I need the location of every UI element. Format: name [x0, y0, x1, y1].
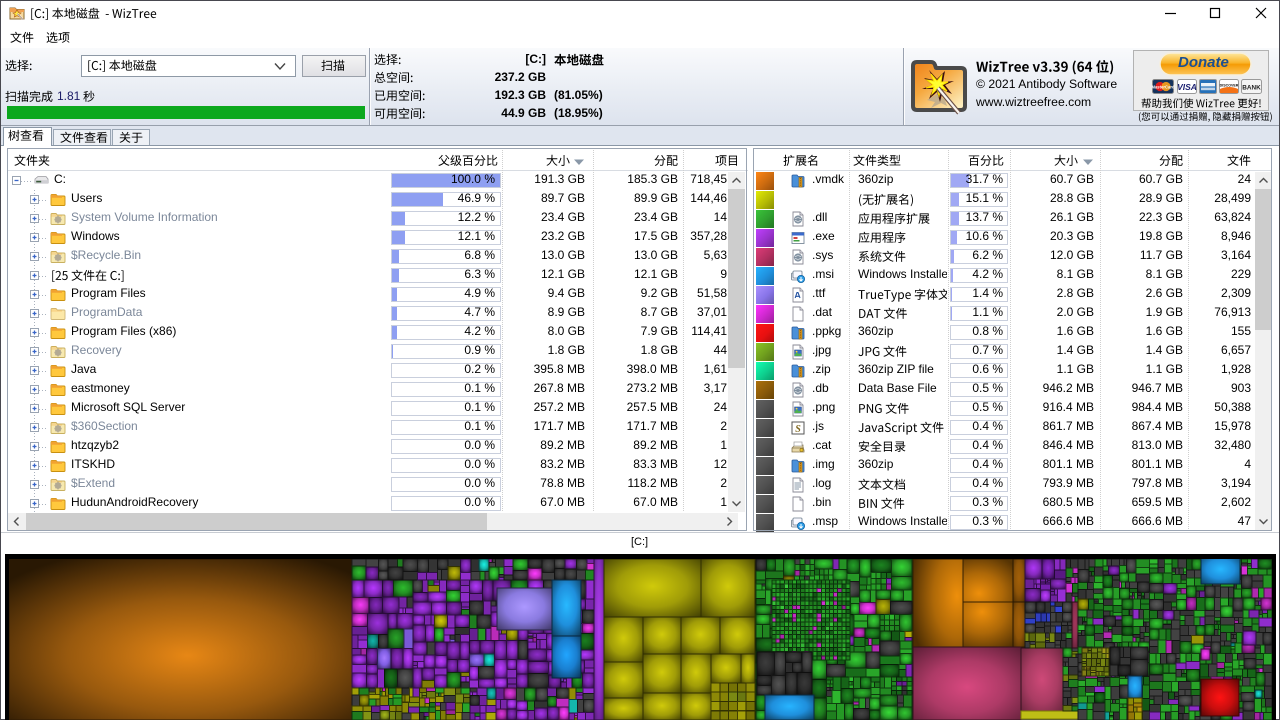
svg-text:VISA: VISA: [1177, 82, 1197, 92]
svg-text:DISCOVER: DISCOVER: [1220, 83, 1239, 87]
svg-text:S: S: [795, 424, 801, 435]
svg-text:MasterCard: MasterCard: [1152, 85, 1175, 90]
svg-text:BANK: BANK: [1242, 84, 1261, 91]
